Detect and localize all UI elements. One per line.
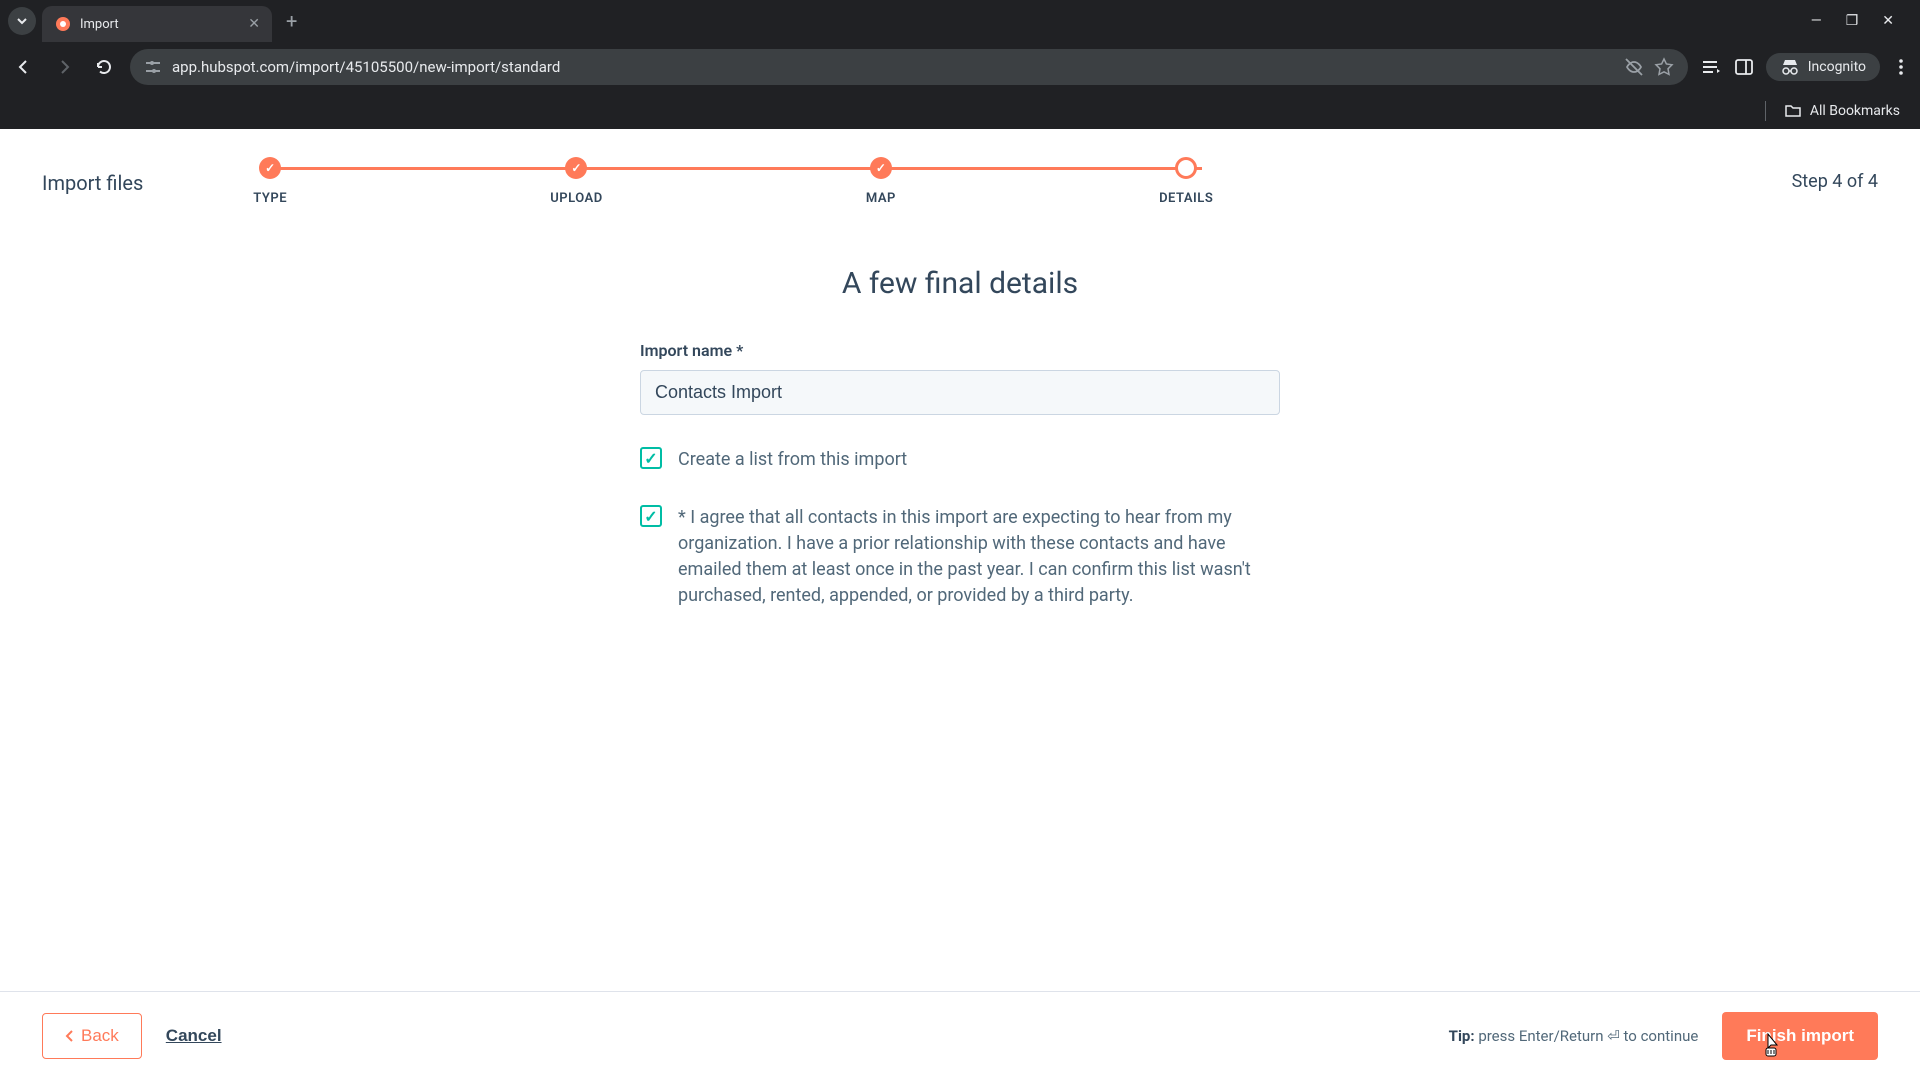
- incognito-label: Incognito: [1808, 59, 1866, 75]
- import-name-input[interactable]: [640, 370, 1280, 415]
- step-label: MAP: [866, 191, 896, 206]
- chevron-down-icon: [16, 15, 28, 27]
- back-nav-button[interactable]: [10, 53, 38, 81]
- address-bar[interactable]: app.hubspot.com/import/45105500/new-impo…: [130, 49, 1688, 85]
- page-title: Import files: [42, 157, 143, 195]
- app-content: Import files ✓ TYPE ✓ UPLOAD ✓ MAP DETAI…: [0, 129, 1920, 1080]
- reload-button[interactable]: [90, 53, 118, 81]
- agree-row: * I agree that all contacts in this impo…: [640, 505, 1280, 609]
- tip-text: press Enter/Return ⏎ to continue: [1475, 1027, 1699, 1045]
- footer: Back Cancel Tip: press Enter/Return ⏎ to…: [0, 991, 1920, 1080]
- side-panel-icon[interactable]: [1734, 57, 1754, 77]
- step-circle-done: ✓: [870, 157, 892, 179]
- bookmarks-label: All Bookmarks: [1810, 103, 1900, 119]
- minimize-button[interactable]: —: [1811, 13, 1822, 29]
- media-controls-icon[interactable]: [1700, 56, 1722, 78]
- step-label: DETAILS: [1159, 191, 1213, 206]
- cancel-button[interactable]: Cancel: [166, 1026, 222, 1046]
- bookmarks-bar: All Bookmarks: [0, 92, 1920, 129]
- stepper: ✓ TYPE ✓ UPLOAD ✓ MAP DETAILS: [253, 157, 1213, 206]
- step-upload: ✓ UPLOAD: [550, 157, 602, 206]
- arrow-right-icon: [54, 57, 74, 77]
- step-circle-current: [1175, 157, 1197, 179]
- finish-import-button[interactable]: Finish import: [1722, 1012, 1878, 1060]
- form-area: A few final details Import name * Create…: [620, 266, 1300, 609]
- import-name-label: Import name *: [640, 341, 1280, 360]
- tab-bar: Import ✕ + — ❐ ✕: [0, 0, 1920, 42]
- window-controls: — ❐ ✕: [1811, 13, 1912, 29]
- address-row: app.hubspot.com/import/45105500/new-impo…: [0, 42, 1920, 92]
- chevron-left-icon: [65, 1029, 75, 1043]
- tab-close-button[interactable]: ✕: [248, 16, 260, 32]
- back-button[interactable]: Back: [42, 1013, 142, 1059]
- browser-menu-button[interactable]: [1892, 58, 1910, 76]
- create-list-row: Create a list from this import: [640, 447, 1280, 473]
- url-text: app.hubspot.com/import/45105500/new-impo…: [172, 58, 1614, 76]
- all-bookmarks-button[interactable]: All Bookmarks: [1784, 102, 1900, 120]
- tip-prefix: Tip:: [1449, 1027, 1475, 1045]
- reload-icon: [94, 57, 114, 77]
- check-icon: ✓: [876, 161, 886, 175]
- step-type: ✓ TYPE: [253, 157, 287, 206]
- divider: [1765, 101, 1766, 121]
- browser-chrome: Import ✕ + — ❐ ✕ app.hubspot.com/import/…: [0, 0, 1920, 129]
- stepper-row: Import files ✓ TYPE ✓ UPLOAD ✓ MAP DETAI…: [0, 129, 1920, 206]
- form-heading: A few final details: [640, 266, 1280, 301]
- step-counter: Step 4 of 4: [1792, 157, 1878, 192]
- step-map: ✓ MAP: [866, 157, 896, 206]
- site-settings-icon[interactable]: [144, 58, 162, 76]
- eye-off-icon[interactable]: [1624, 57, 1644, 77]
- tab-title: Import: [80, 17, 240, 32]
- arrow-left-icon: [14, 57, 34, 77]
- agree-checkbox[interactable]: [640, 505, 662, 527]
- back-label: Back: [81, 1026, 119, 1046]
- step-details: DETAILS: [1159, 157, 1213, 206]
- step-label: TYPE: [253, 191, 287, 206]
- step-label: UPLOAD: [550, 191, 602, 206]
- maximize-button[interactable]: ❐: [1846, 13, 1859, 29]
- forward-nav-button[interactable]: [50, 53, 78, 81]
- stepper-track: [264, 167, 1202, 170]
- new-tab-button[interactable]: +: [286, 9, 297, 33]
- incognito-badge[interactable]: Incognito: [1766, 53, 1880, 81]
- create-list-label: Create a list from this import: [678, 447, 907, 473]
- incognito-icon: [1780, 59, 1800, 75]
- check-icon: ✓: [265, 161, 275, 175]
- close-window-button[interactable]: ✕: [1882, 13, 1894, 29]
- check-icon: ✓: [571, 161, 581, 175]
- folder-icon: [1784, 102, 1802, 120]
- step-circle-done: ✓: [565, 157, 587, 179]
- hubspot-favicon-icon: [54, 15, 72, 33]
- browser-tab[interactable]: Import ✕: [42, 6, 272, 42]
- agree-label: * I agree that all contacts in this impo…: [678, 505, 1280, 609]
- bookmark-star-icon[interactable]: [1654, 57, 1674, 77]
- create-list-checkbox[interactable]: [640, 447, 662, 469]
- step-circle-done: ✓: [259, 157, 281, 179]
- footer-tip: Tip: press Enter/Return ⏎ to continue: [1449, 1027, 1699, 1045]
- tab-search-button[interactable]: [8, 7, 36, 35]
